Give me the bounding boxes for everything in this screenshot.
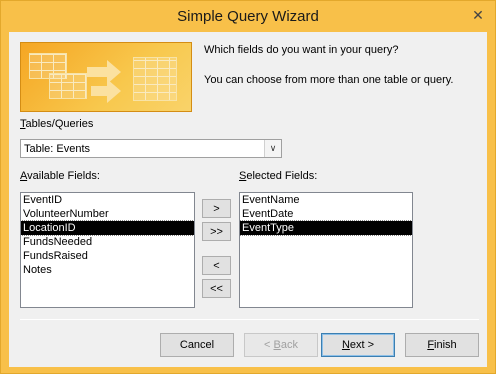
- result-table-graphic: [133, 57, 177, 101]
- table-graphic: [49, 73, 87, 99]
- list-item[interactable]: FundsRaised: [21, 249, 194, 263]
- add-field-button[interactable]: >: [202, 199, 231, 218]
- list-item[interactable]: VolunteerNumber: [21, 207, 194, 221]
- back-accesskey: B: [273, 339, 281, 351]
- list-item[interactable]: FundsNeeded: [21, 235, 194, 249]
- query-wizard-illustration: [20, 42, 192, 112]
- finish-accesskey: F: [427, 339, 435, 351]
- remove-all-fields-button[interactable]: <<: [202, 279, 231, 298]
- list-item[interactable]: LocationID: [21, 220, 194, 236]
- dropdown-value: Table: Events: [24, 142, 91, 155]
- list-item[interactable]: EventType: [240, 220, 412, 236]
- tables-label-text: ables/Queries: [25, 118, 94, 130]
- back-prefix: <: [264, 339, 274, 351]
- arrow-graphic: [107, 79, 121, 103]
- tables-queries-label: Tables/Queries: [20, 118, 93, 130]
- remove-field-button[interactable]: <: [202, 256, 231, 275]
- wizard-hint: You can choose from more than one table …: [204, 74, 454, 86]
- finish-text: inish: [434, 339, 457, 351]
- list-item[interactable]: Notes: [21, 263, 194, 277]
- available-label-text: vailable Fields:: [27, 170, 100, 182]
- selected-label-text: elected Fields:: [246, 170, 318, 182]
- window-title: Simple Query Wizard: [177, 7, 319, 25]
- add-all-fields-button[interactable]: >>: [202, 222, 231, 241]
- close-icon[interactable]: ✕: [467, 5, 489, 25]
- next-accesskey: N: [341, 339, 350, 351]
- cancel-button[interactable]: Cancel: [160, 333, 234, 357]
- wizard-prompt: Which fields do you want in your query?: [204, 44, 399, 56]
- wizard-body: Which fields do you want in your query? …: [9, 32, 487, 367]
- arrow-graphic: [87, 67, 109, 77]
- title-bar: Simple Query Wizard ✕: [1, 1, 495, 31]
- back-text: ack: [280, 339, 298, 351]
- back-button[interactable]: < Back: [244, 333, 318, 357]
- available-fields-list[interactable]: EventID VolunteerNumber LocationID Funds…: [20, 192, 195, 308]
- list-item[interactable]: EventName: [240, 193, 412, 207]
- selected-fields-label: Selected Fields:: [239, 170, 317, 182]
- finish-button[interactable]: Finish: [405, 333, 479, 357]
- list-item[interactable]: EventDate: [240, 207, 412, 221]
- selected-fields-list[interactable]: EventName EventDate EventType: [239, 192, 413, 308]
- next-button[interactable]: Next >: [321, 333, 395, 357]
- wizard-window: Simple Query Wizard ✕ Which fields do yo…: [0, 0, 496, 374]
- footer-divider: [20, 319, 479, 320]
- list-item[interactable]: EventID: [21, 193, 194, 207]
- available-fields-label: Available Fields:: [20, 170, 100, 182]
- tables-queries-dropdown[interactable]: Table: Events ∨: [20, 139, 282, 158]
- chevron-down-icon[interactable]: ∨: [264, 140, 281, 157]
- next-text: ext >: [349, 339, 375, 351]
